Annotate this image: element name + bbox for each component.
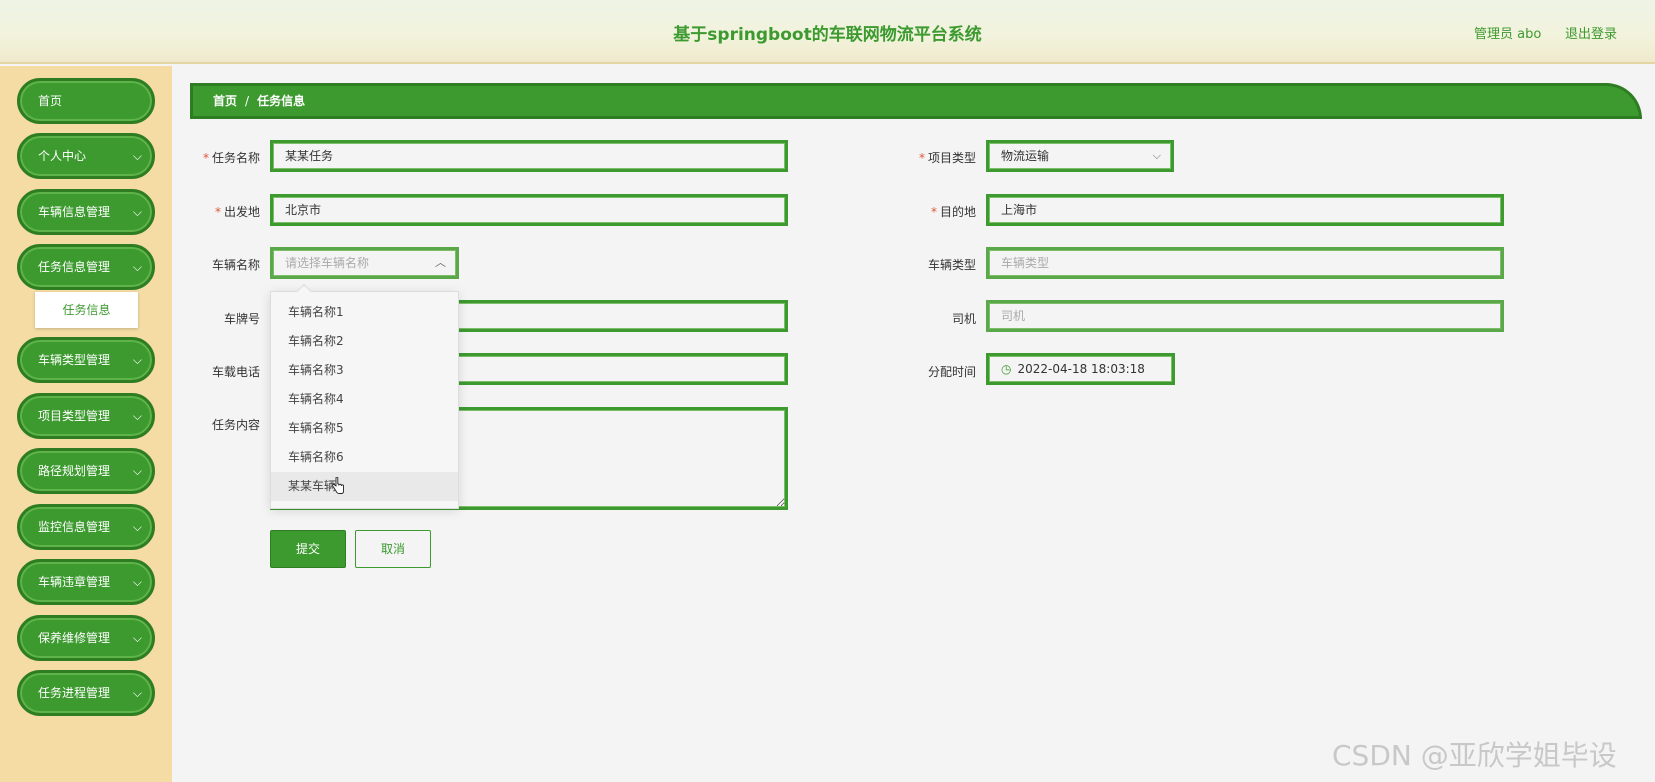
- app-header: 基于springboot的车联网物流平台系统 管理员 abo 退出登录: [0, 0, 1655, 64]
- vehicle-name-dropdown: 车辆名称1 车辆名称2 车辆名称3 车辆名称4 车辆名称5 车辆名称6 某某车辆: [270, 283, 459, 509]
- chevron-down-icon: ⌵: [132, 686, 142, 700]
- sidebar-item-violations[interactable]: 车辆违章管理 ⌵: [17, 559, 155, 605]
- chevron-down-icon: ⌵: [132, 205, 142, 219]
- breadcrumb: 首页 / 任务信息: [190, 83, 1642, 119]
- driver-input[interactable]: 司机: [986, 300, 1504, 332]
- sidebar-item-label: 路径规划管理: [38, 464, 111, 478]
- project-type-select[interactable]: 物流运输 ⌵: [986, 140, 1174, 172]
- breadcrumb-current: 任务信息: [257, 94, 306, 108]
- vehicle-type-label: 车辆类型: [927, 258, 976, 272]
- submit-button[interactable]: 提交: [270, 530, 346, 568]
- sidebar-item-home[interactable]: 首页: [17, 78, 155, 124]
- sidebar-item-label: 车辆信息管理: [38, 205, 111, 219]
- sidebar-item-task-progress[interactable]: 任务进程管理 ⌵: [17, 670, 155, 716]
- sidebar-item-label: 项目类型管理: [38, 409, 111, 423]
- sidebar-item-vehicle-type[interactable]: 车辆类型管理 ⌵: [17, 337, 155, 383]
- project-type-value: 物流运输: [1001, 149, 1050, 163]
- current-user: 管理员 abo: [1474, 27, 1542, 42]
- dropdown-option-hovered[interactable]: 某某车辆: [271, 472, 458, 501]
- chevron-down-icon: ⌵: [132, 409, 142, 423]
- hand-cursor-icon: [332, 477, 344, 494]
- task-name-label: * 任务名称: [202, 151, 260, 165]
- logout-link[interactable]: 退出登录: [1565, 23, 1617, 42]
- dropdown-option[interactable]: 车辆名称4: [271, 385, 458, 414]
- origin-label: * 出发地: [214, 205, 260, 219]
- dropdown-option[interactable]: 车辆名称3: [271, 356, 458, 385]
- assign-time-picker[interactable]: ◷ 2022-04-18 18:03:18: [986, 353, 1175, 385]
- chevron-down-icon: ⌵: [132, 353, 142, 367]
- breadcrumb-separator: /: [245, 94, 250, 108]
- dropdown-option[interactable]: 车辆名称1: [271, 298, 458, 327]
- destination-input[interactable]: 上海市: [986, 194, 1504, 226]
- sidebar-item-project-type[interactable]: 项目类型管理 ⌵: [17, 393, 155, 439]
- chevron-down-icon: ⌵: [132, 575, 142, 589]
- chevron-down-icon: ⌵: [132, 631, 142, 645]
- dropdown-option[interactable]: 车辆名称6: [271, 443, 458, 472]
- destination-label: * 目的地: [930, 205, 976, 219]
- origin-input[interactable]: 北京市: [270, 194, 788, 226]
- sidebar-item-personal-center[interactable]: 个人中心 ⌵: [17, 133, 155, 179]
- sidebar-subitem-task-info[interactable]: 任务信息: [35, 292, 138, 328]
- dropdown-option[interactable]: 车辆名称5: [271, 414, 458, 443]
- cancel-button[interactable]: 取消: [355, 530, 431, 568]
- assign-time-label: 分配时间: [927, 365, 976, 379]
- vehicle-name-placeholder: 请选择车辆名称: [285, 256, 370, 270]
- vehicle-name-select[interactable]: 请选择车辆名称 ︿: [270, 247, 459, 279]
- sidebar-item-monitoring[interactable]: 监控信息管理 ⌵: [17, 504, 155, 550]
- app-title: 基于springboot的车联网物流平台系统: [673, 25, 982, 45]
- sidebar-item-label: 首页: [38, 94, 63, 108]
- clock-icon: ◷: [1001, 362, 1012, 376]
- chevron-down-icon: ⌵: [132, 260, 142, 274]
- vehicle-type-input[interactable]: 车辆类型: [986, 247, 1504, 279]
- sidebar-item-label: 监控信息管理: [38, 520, 111, 534]
- sidebar-item-maintenance[interactable]: 保养维修管理 ⌵: [17, 615, 155, 661]
- chevron-down-icon: ⌵: [132, 464, 142, 478]
- chevron-down-icon: ⌵: [132, 149, 142, 163]
- sidebar-item-route-planning[interactable]: 路径规划管理 ⌵: [17, 448, 155, 494]
- project-type-label: * 项目类型: [918, 151, 976, 165]
- dropdown-option[interactable]: 车辆名称2: [271, 327, 458, 356]
- sidebar: 首页 个人中心 ⌵ 车辆信息管理 ⌵ 任务信息管理 ⌵ 任务信息 车辆类型管理 …: [0, 66, 172, 782]
- vehicle-name-label: 车辆名称: [211, 258, 260, 272]
- dropdown-arrow: [296, 283, 312, 299]
- chevron-down-icon: ⌵: [1152, 149, 1161, 162]
- sidebar-item-label: 车辆类型管理: [38, 353, 111, 367]
- plate-number-label: 车牌号: [223, 312, 260, 326]
- sidebar-item-label: 任务信息管理: [38, 260, 111, 274]
- driver-label: 司机: [951, 312, 976, 326]
- watermark: CSDN @亚欣学姐毕设: [1332, 739, 1617, 772]
- task-name-input[interactable]: 某某任务: [270, 140, 788, 172]
- assign-time-value: 2022-04-18 18:03:18: [1017, 362, 1145, 376]
- chevron-down-icon: ⌵: [132, 520, 142, 534]
- sidebar-item-label: 保养维修管理: [38, 631, 111, 645]
- sidebar-item-vehicle-info[interactable]: 车辆信息管理 ⌵: [17, 189, 155, 235]
- sidebar-item-task-info[interactable]: 任务信息管理 ⌵: [17, 244, 155, 290]
- chevron-up-icon: ︿: [435, 256, 446, 269]
- vehicle-phone-label: 车载电话: [211, 365, 260, 379]
- sidebar-item-label: 车辆违章管理: [38, 575, 111, 589]
- sidebar-item-label: 个人中心: [38, 149, 87, 163]
- sidebar-item-label: 任务进程管理: [38, 686, 111, 700]
- breadcrumb-home[interactable]: 首页: [213, 94, 237, 108]
- task-content-label: 任务内容: [211, 418, 260, 432]
